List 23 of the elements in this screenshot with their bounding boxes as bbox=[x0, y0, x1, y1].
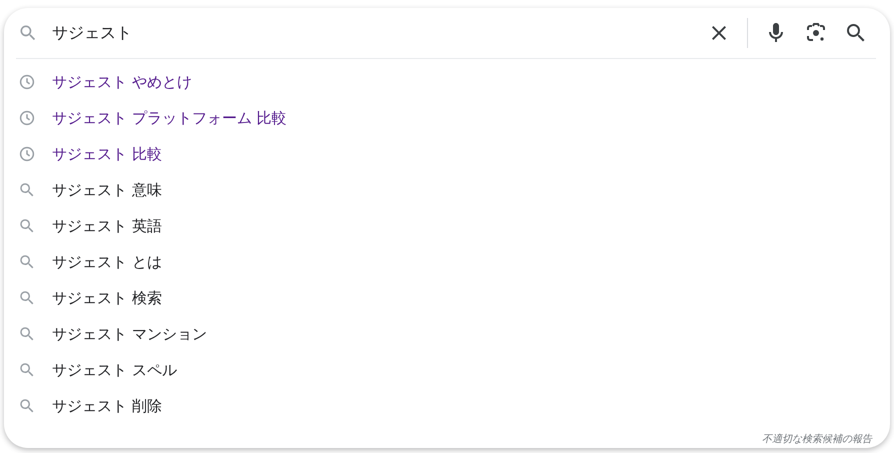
suggestion-item[interactable]: サジェスト 英語 bbox=[4, 208, 890, 244]
search-icon bbox=[18, 361, 36, 379]
search-field[interactable]: サジェスト bbox=[52, 24, 699, 42]
search-icon bbox=[18, 23, 38, 43]
suggestion-item[interactable]: サジェスト スペル bbox=[4, 352, 890, 388]
search-icon bbox=[18, 397, 36, 415]
search-icon bbox=[18, 181, 36, 199]
suggestion-item[interactable]: サジェスト とは bbox=[4, 244, 890, 280]
clock-icon bbox=[18, 145, 36, 163]
clock-icon bbox=[18, 73, 36, 91]
suggestion-item[interactable]: サジェスト 比較 bbox=[4, 136, 890, 172]
search-icon bbox=[18, 289, 36, 307]
search-icon bbox=[18, 217, 36, 235]
suggestion-item[interactable]: サジェスト やめとけ bbox=[4, 64, 890, 100]
clock-icon bbox=[18, 109, 36, 127]
search-icon bbox=[18, 325, 36, 343]
report-link[interactable]: 不適切な検索候補の報告 bbox=[762, 432, 872, 446]
suggestion-item[interactable]: サジェスト プラットフォーム 比較 bbox=[4, 100, 890, 136]
suggestion-item[interactable]: サジェスト 検索 bbox=[4, 280, 890, 316]
search-icon bbox=[18, 253, 36, 271]
suggestion-item[interactable]: サジェスト 削除 bbox=[4, 388, 890, 424]
suggestion-item[interactable]: サジェスト 意味 bbox=[4, 172, 890, 208]
suggestion-item[interactable]: サジェスト マンション bbox=[4, 316, 890, 352]
